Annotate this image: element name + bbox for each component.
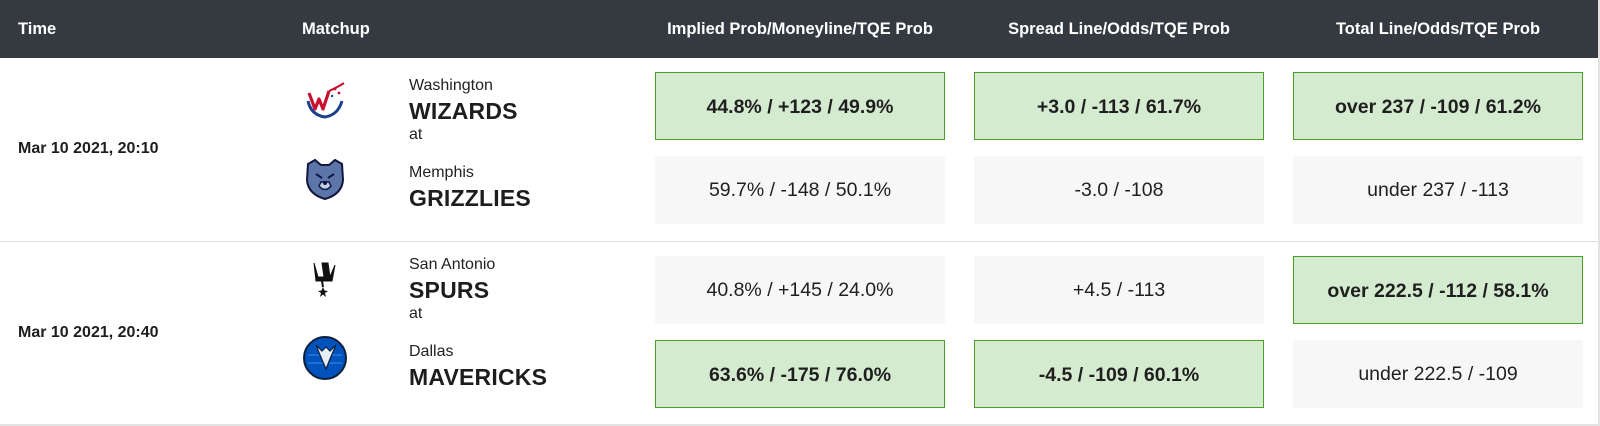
spurs-logo-icon [302, 257, 348, 303]
home-spread-cell: -4.5 / -109 / 60.1% [974, 340, 1264, 408]
wizards-logo-icon [302, 79, 348, 125]
away-team: WIZARDS [409, 98, 518, 124]
home-total-cell: under 222.5 / -109 [1293, 340, 1583, 408]
home-city: Dallas [409, 343, 454, 360]
game-time: Mar 10 2021, 20:40 [18, 324, 159, 341]
away-spread-cell: +3.0 / -113 / 61.7% [974, 72, 1264, 140]
at-label: at [409, 305, 423, 322]
header-matchup: Matchup [302, 20, 370, 38]
home-team: MAVERICKS [409, 364, 548, 390]
away-moneyline-cell: 40.8% / +145 / 24.0% [655, 256, 945, 324]
away-city: Washington [409, 77, 493, 94]
home-spread-cell: -3.0 / -108 [974, 156, 1264, 224]
home-moneyline-cell: 63.6% / -175 / 76.0% [655, 340, 945, 408]
home-city: Memphis [409, 164, 474, 181]
grizzlies-logo-icon [302, 156, 348, 202]
away-city: San Antonio [409, 256, 496, 273]
header-spread: Spread Line/Odds/TQE Prob [1008, 20, 1230, 38]
game-row: Mar 10 2021, 20:40 San Antonio SPURS at … [0, 241, 1598, 424]
home-total-cell: under 237 / -113 [1293, 156, 1583, 224]
mavericks-logo-icon [302, 335, 348, 381]
away-team: SPURS [409, 277, 490, 303]
at-label: at [409, 126, 423, 143]
odds-table: Time Matchup Implied Prob/Moneyline/TQE … [0, 0, 1600, 426]
table-header: Time Matchup Implied Prob/Moneyline/TQE … [0, 0, 1598, 58]
away-total-cell: over 222.5 / -112 / 58.1% [1293, 256, 1583, 324]
home-team: GRIZZLIES [409, 185, 531, 211]
header-implied-prob: Implied Prob/Moneyline/TQE Prob [667, 20, 933, 38]
game-row: Mar 10 2021, 20:10 Washington WIZARDS at… [0, 58, 1598, 240]
away-spread-cell: +4.5 / -113 [974, 256, 1264, 324]
header-time: Time [18, 20, 57, 38]
home-moneyline-cell: 59.7% / -148 / 50.1% [655, 156, 945, 224]
away-total-cell: over 237 / -109 / 61.2% [1293, 72, 1583, 140]
away-moneyline-cell: 44.8% / +123 / 49.9% [655, 72, 945, 140]
header-total: Total Line/Odds/TQE Prob [1335, 20, 1541, 38]
game-time: Mar 10 2021, 20:10 [18, 140, 159, 157]
